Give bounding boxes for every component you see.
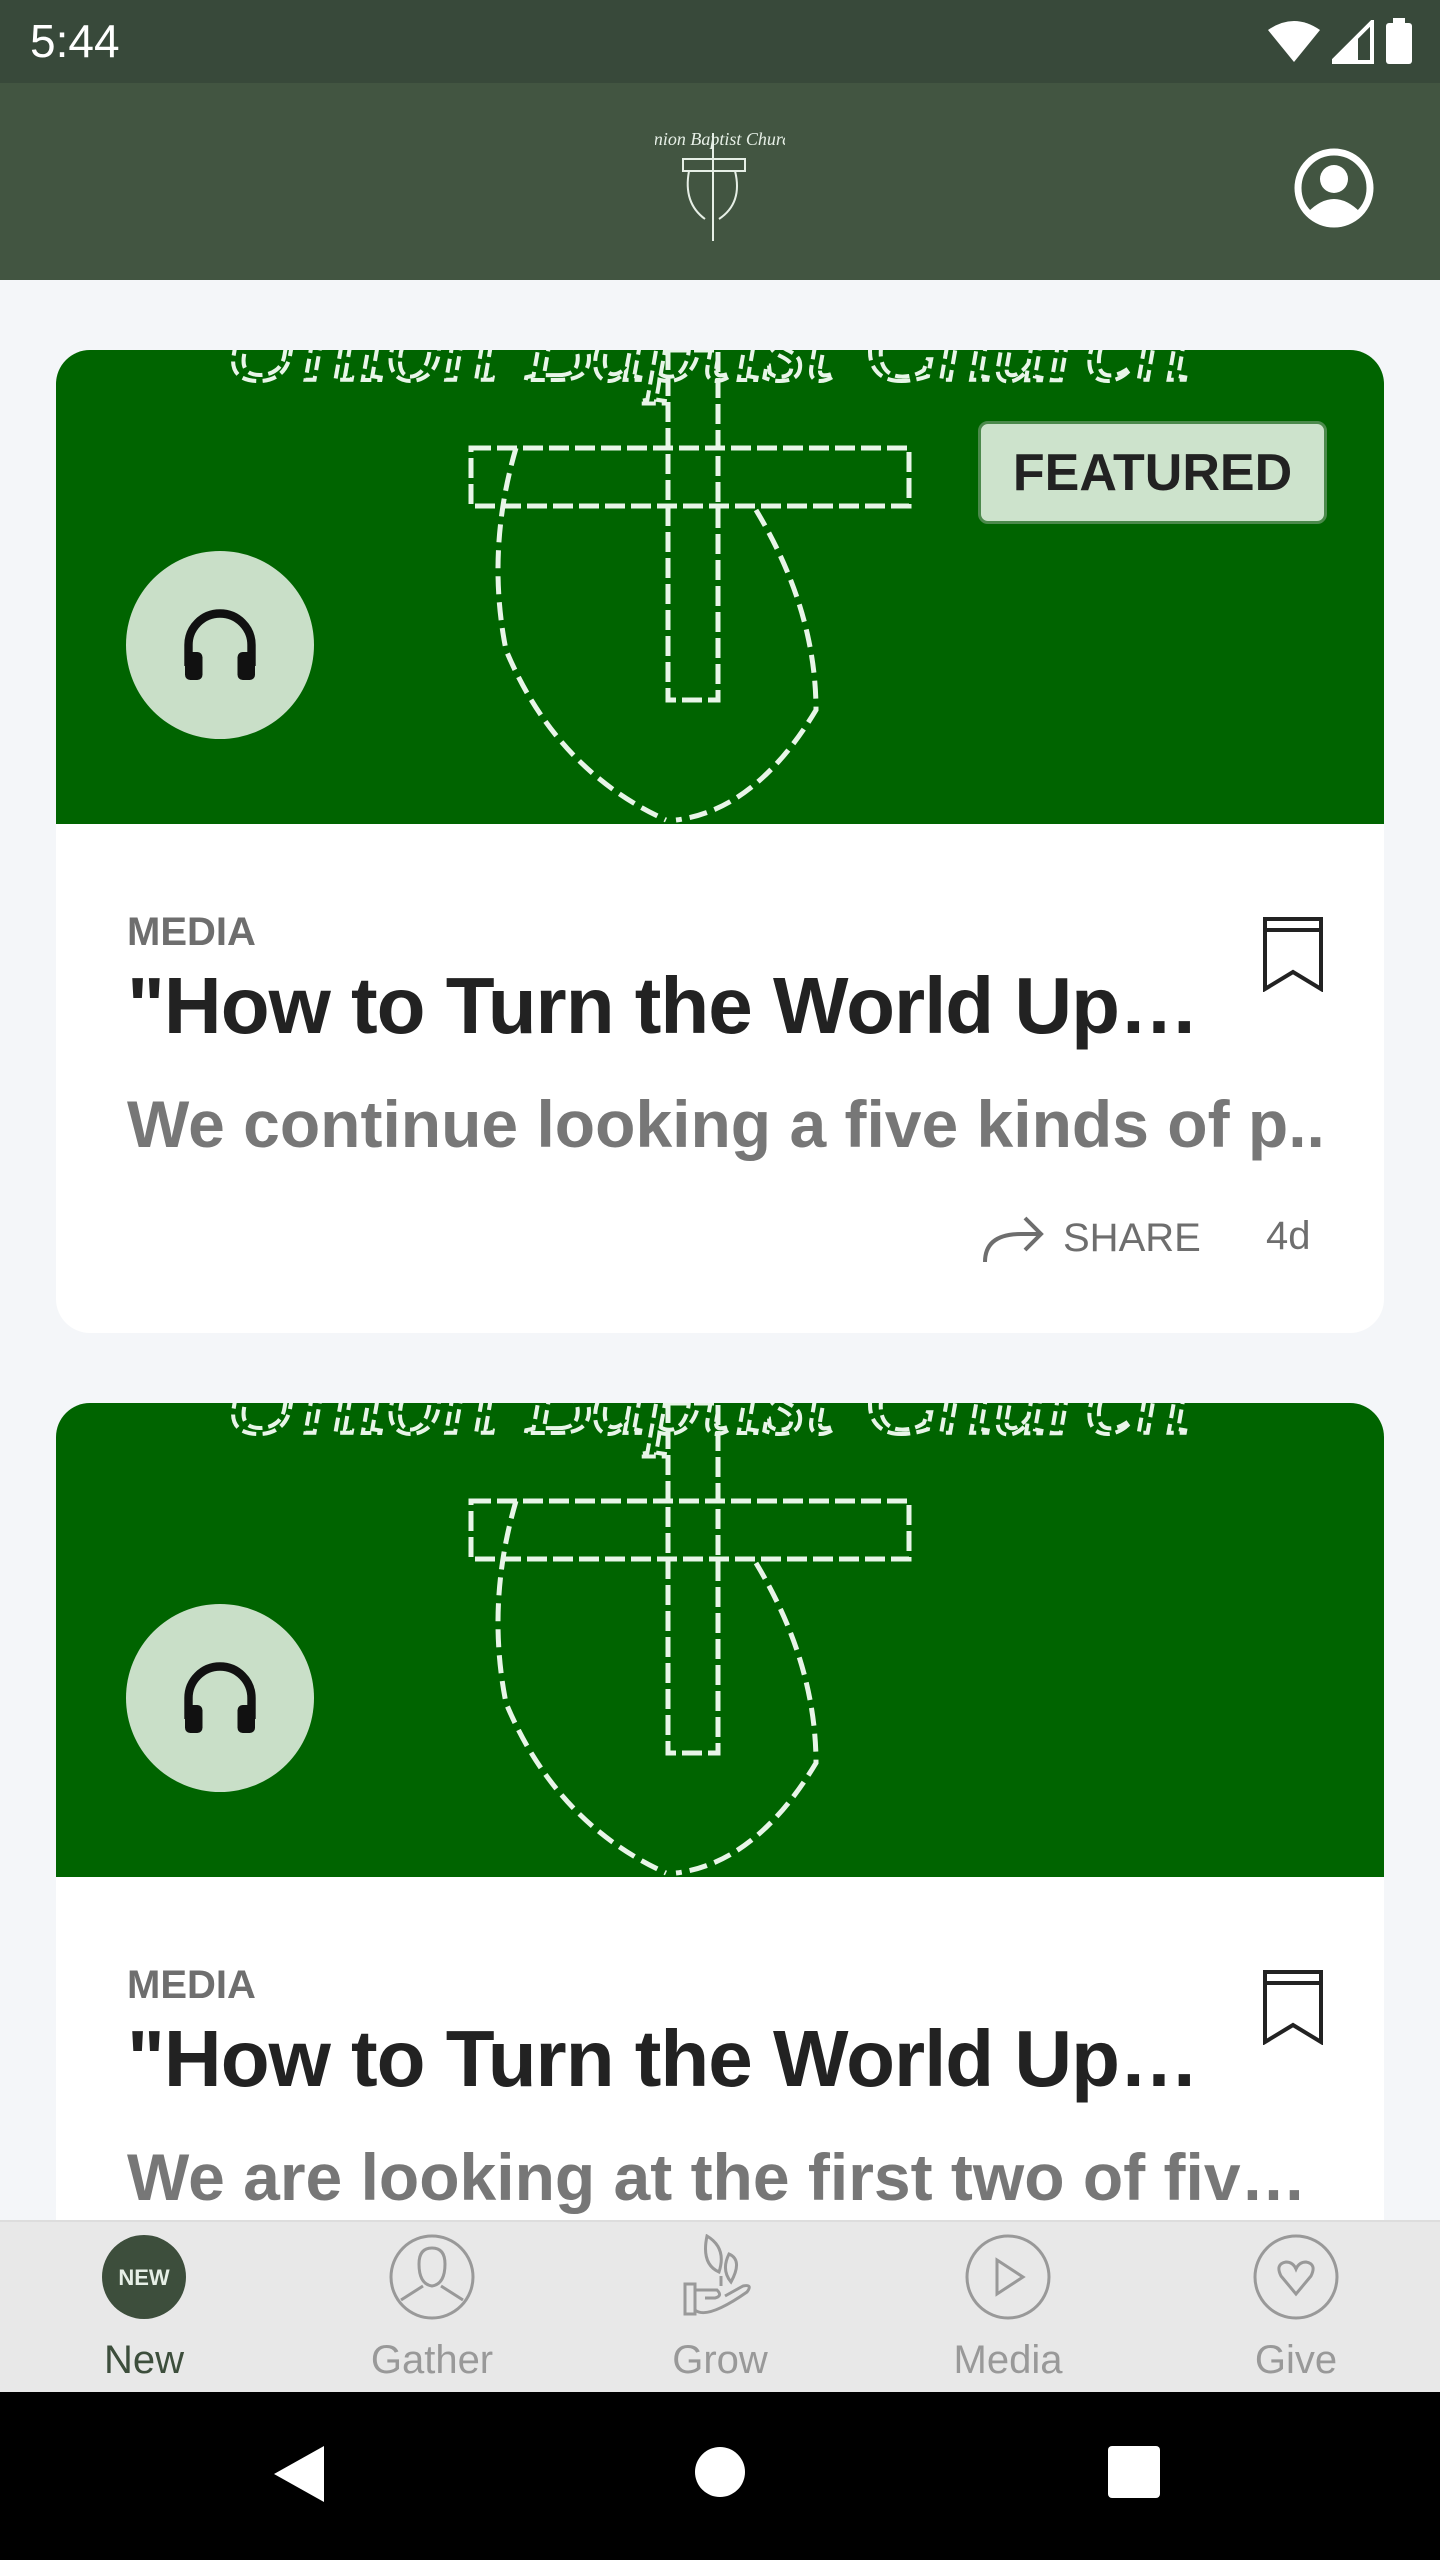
recents-icon[interactable] bbox=[1108, 2446, 1160, 2498]
tab-gather[interactable]: Gather bbox=[288, 2222, 576, 2392]
tab-label: Media bbox=[953, 2338, 1063, 2382]
plant-hand-icon bbox=[683, 2234, 751, 2316]
card-image: Union Baptist Church bbox=[56, 1403, 1384, 1877]
svg-text:Union Baptist Church: Union Baptist Church bbox=[655, 129, 785, 149]
signal-icon bbox=[1332, 20, 1374, 64]
card-category: MEDIA bbox=[127, 910, 256, 954]
svg-text:Union Baptist Church: Union Baptist Church bbox=[222, 350, 1190, 404]
tab-new[interactable]: NEW New bbox=[0, 2222, 288, 2392]
card-subtitle: We continue looking a five kinds of p.. bbox=[127, 1087, 1325, 1161]
back-icon[interactable] bbox=[272, 2444, 326, 2504]
tab-media[interactable]: Media bbox=[864, 2222, 1152, 2392]
new-badge-text: NEW bbox=[118, 2265, 170, 2290]
app-bar: Union Baptist Church bbox=[0, 83, 1440, 280]
church-logo: Union Baptist Church bbox=[655, 129, 785, 241]
play-icon bbox=[965, 2234, 1051, 2320]
tab-label: New bbox=[103, 2338, 185, 2382]
status-time: 5:44 bbox=[30, 15, 120, 67]
card-category: MEDIA bbox=[127, 1963, 256, 2007]
headphones-icon bbox=[184, 609, 256, 680]
svg-text:Union Baptist Church: Union Baptist Church bbox=[222, 1403, 1190, 1457]
headphones-icon bbox=[184, 1662, 256, 1733]
bookmark-icon[interactable] bbox=[1262, 1969, 1324, 2045]
new-icon: NEW bbox=[102, 2235, 186, 2319]
card-image: Union Baptist Church FEATURED bbox=[56, 350, 1384, 824]
share-button[interactable]: SHARE bbox=[981, 1212, 1201, 1264]
card-subtitle: We are looking at the first two of fiv… bbox=[127, 2140, 1307, 2214]
wifi-icon bbox=[1268, 21, 1320, 62]
tab-grow[interactable]: Grow bbox=[576, 2222, 864, 2392]
card-title[interactable]: "How to Turn the World Up… bbox=[127, 960, 1199, 1052]
home-icon[interactable] bbox=[694, 2446, 746, 2498]
account-circle-icon[interactable] bbox=[1294, 148, 1374, 228]
feed-card[interactable]: Union Baptist Church MEDIA "How to Turn … bbox=[56, 1403, 1384, 2303]
headphones-button[interactable] bbox=[126, 551, 314, 739]
share-icon bbox=[983, 1216, 1044, 1263]
system-nav-bar bbox=[0, 2392, 1440, 2560]
headphones-button[interactable] bbox=[126, 1604, 314, 1792]
tab-label: Gather bbox=[370, 2338, 494, 2382]
feed-card[interactable]: Union Baptist Church FEATURED MEDIA "How… bbox=[56, 350, 1384, 1333]
share-label: SHARE bbox=[1063, 1215, 1201, 1260]
heart-icon bbox=[1253, 2234, 1339, 2320]
bottom-tab-bar: NEW New Gather Grow Media Give bbox=[0, 2220, 1440, 2392]
tab-label: Give bbox=[1254, 2338, 1338, 2382]
status-bar: 5:44 bbox=[0, 0, 1440, 83]
tab-give[interactable]: Give bbox=[1152, 2222, 1440, 2392]
battery-icon bbox=[1386, 18, 1412, 64]
person-icon bbox=[389, 2234, 475, 2320]
card-title[interactable]: "How to Turn the World Up… bbox=[127, 2013, 1199, 2105]
featured-badge: FEATURED bbox=[978, 421, 1327, 524]
tab-label: Grow bbox=[672, 2338, 768, 2382]
post-age: 4d bbox=[1266, 1214, 1311, 1258]
bookmark-icon[interactable] bbox=[1262, 916, 1324, 992]
